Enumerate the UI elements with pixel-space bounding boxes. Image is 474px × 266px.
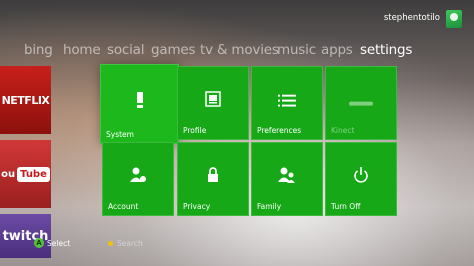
tile-kinect[interactable]: Kinect <box>325 66 397 140</box>
tile-label: Profile <box>183 126 207 135</box>
netflix-logo: NETFLIX <box>1 93 50 107</box>
preferences-icon <box>278 92 296 111</box>
tile-label: Privacy <box>183 202 211 211</box>
system-icon <box>136 92 144 112</box>
nav-item-apps[interactable]: apps <box>321 42 353 58</box>
power-icon <box>353 167 369 187</box>
nav-item-home[interactable]: home <box>63 42 101 58</box>
kinect-icon <box>349 92 373 111</box>
youtube-logo-box: Tube <box>17 166 50 182</box>
nav-item-games[interactable]: games <box>151 42 196 58</box>
tile-privacy[interactable]: Privacy <box>177 142 249 216</box>
search-hint: Search <box>117 239 143 248</box>
tile-label: Turn Off <box>331 202 361 211</box>
y-button-icon <box>108 241 113 246</box>
tile-label: Preferences <box>257 126 302 135</box>
tile-turn-off[interactable]: Turn Off <box>325 142 397 216</box>
nav-item-settings[interactable]: settings <box>360 42 412 58</box>
tile-preferences[interactable]: Preferences <box>251 66 323 140</box>
family-icon <box>278 167 296 187</box>
username: stephentotilo <box>383 13 440 23</box>
tile-system[interactable]: System <box>100 64 179 144</box>
select-hint: Select <box>47 239 71 248</box>
nav-item-bing[interactable]: bing <box>24 42 53 58</box>
tile-family[interactable]: Family <box>251 142 323 216</box>
avatar[interactable] <box>446 10 462 28</box>
tile-label: System <box>106 130 134 139</box>
youtube-tile[interactable]: ou Tube <box>0 140 51 208</box>
nav-item-music[interactable]: music <box>277 42 316 58</box>
lock-icon <box>207 167 219 187</box>
nav-item-tv-movies[interactable]: tv & movies <box>200 42 279 58</box>
nav-item-social[interactable]: social <box>107 42 144 58</box>
profile-icon <box>205 91 221 111</box>
a-button-icon: A <box>34 238 44 248</box>
twitch-tile[interactable]: twitch <box>0 214 51 258</box>
tile-account[interactable]: Account <box>102 142 174 216</box>
youtube-logo-prefix: ou <box>1 168 16 180</box>
tile-label: Account <box>108 202 139 211</box>
tile-profile[interactable]: Profile <box>177 66 249 140</box>
account-icon <box>129 167 147 187</box>
tile-label: Kinect <box>331 126 355 135</box>
netflix-tile[interactable]: NETFLIX <box>0 66 51 134</box>
tile-label: Family <box>257 202 282 211</box>
